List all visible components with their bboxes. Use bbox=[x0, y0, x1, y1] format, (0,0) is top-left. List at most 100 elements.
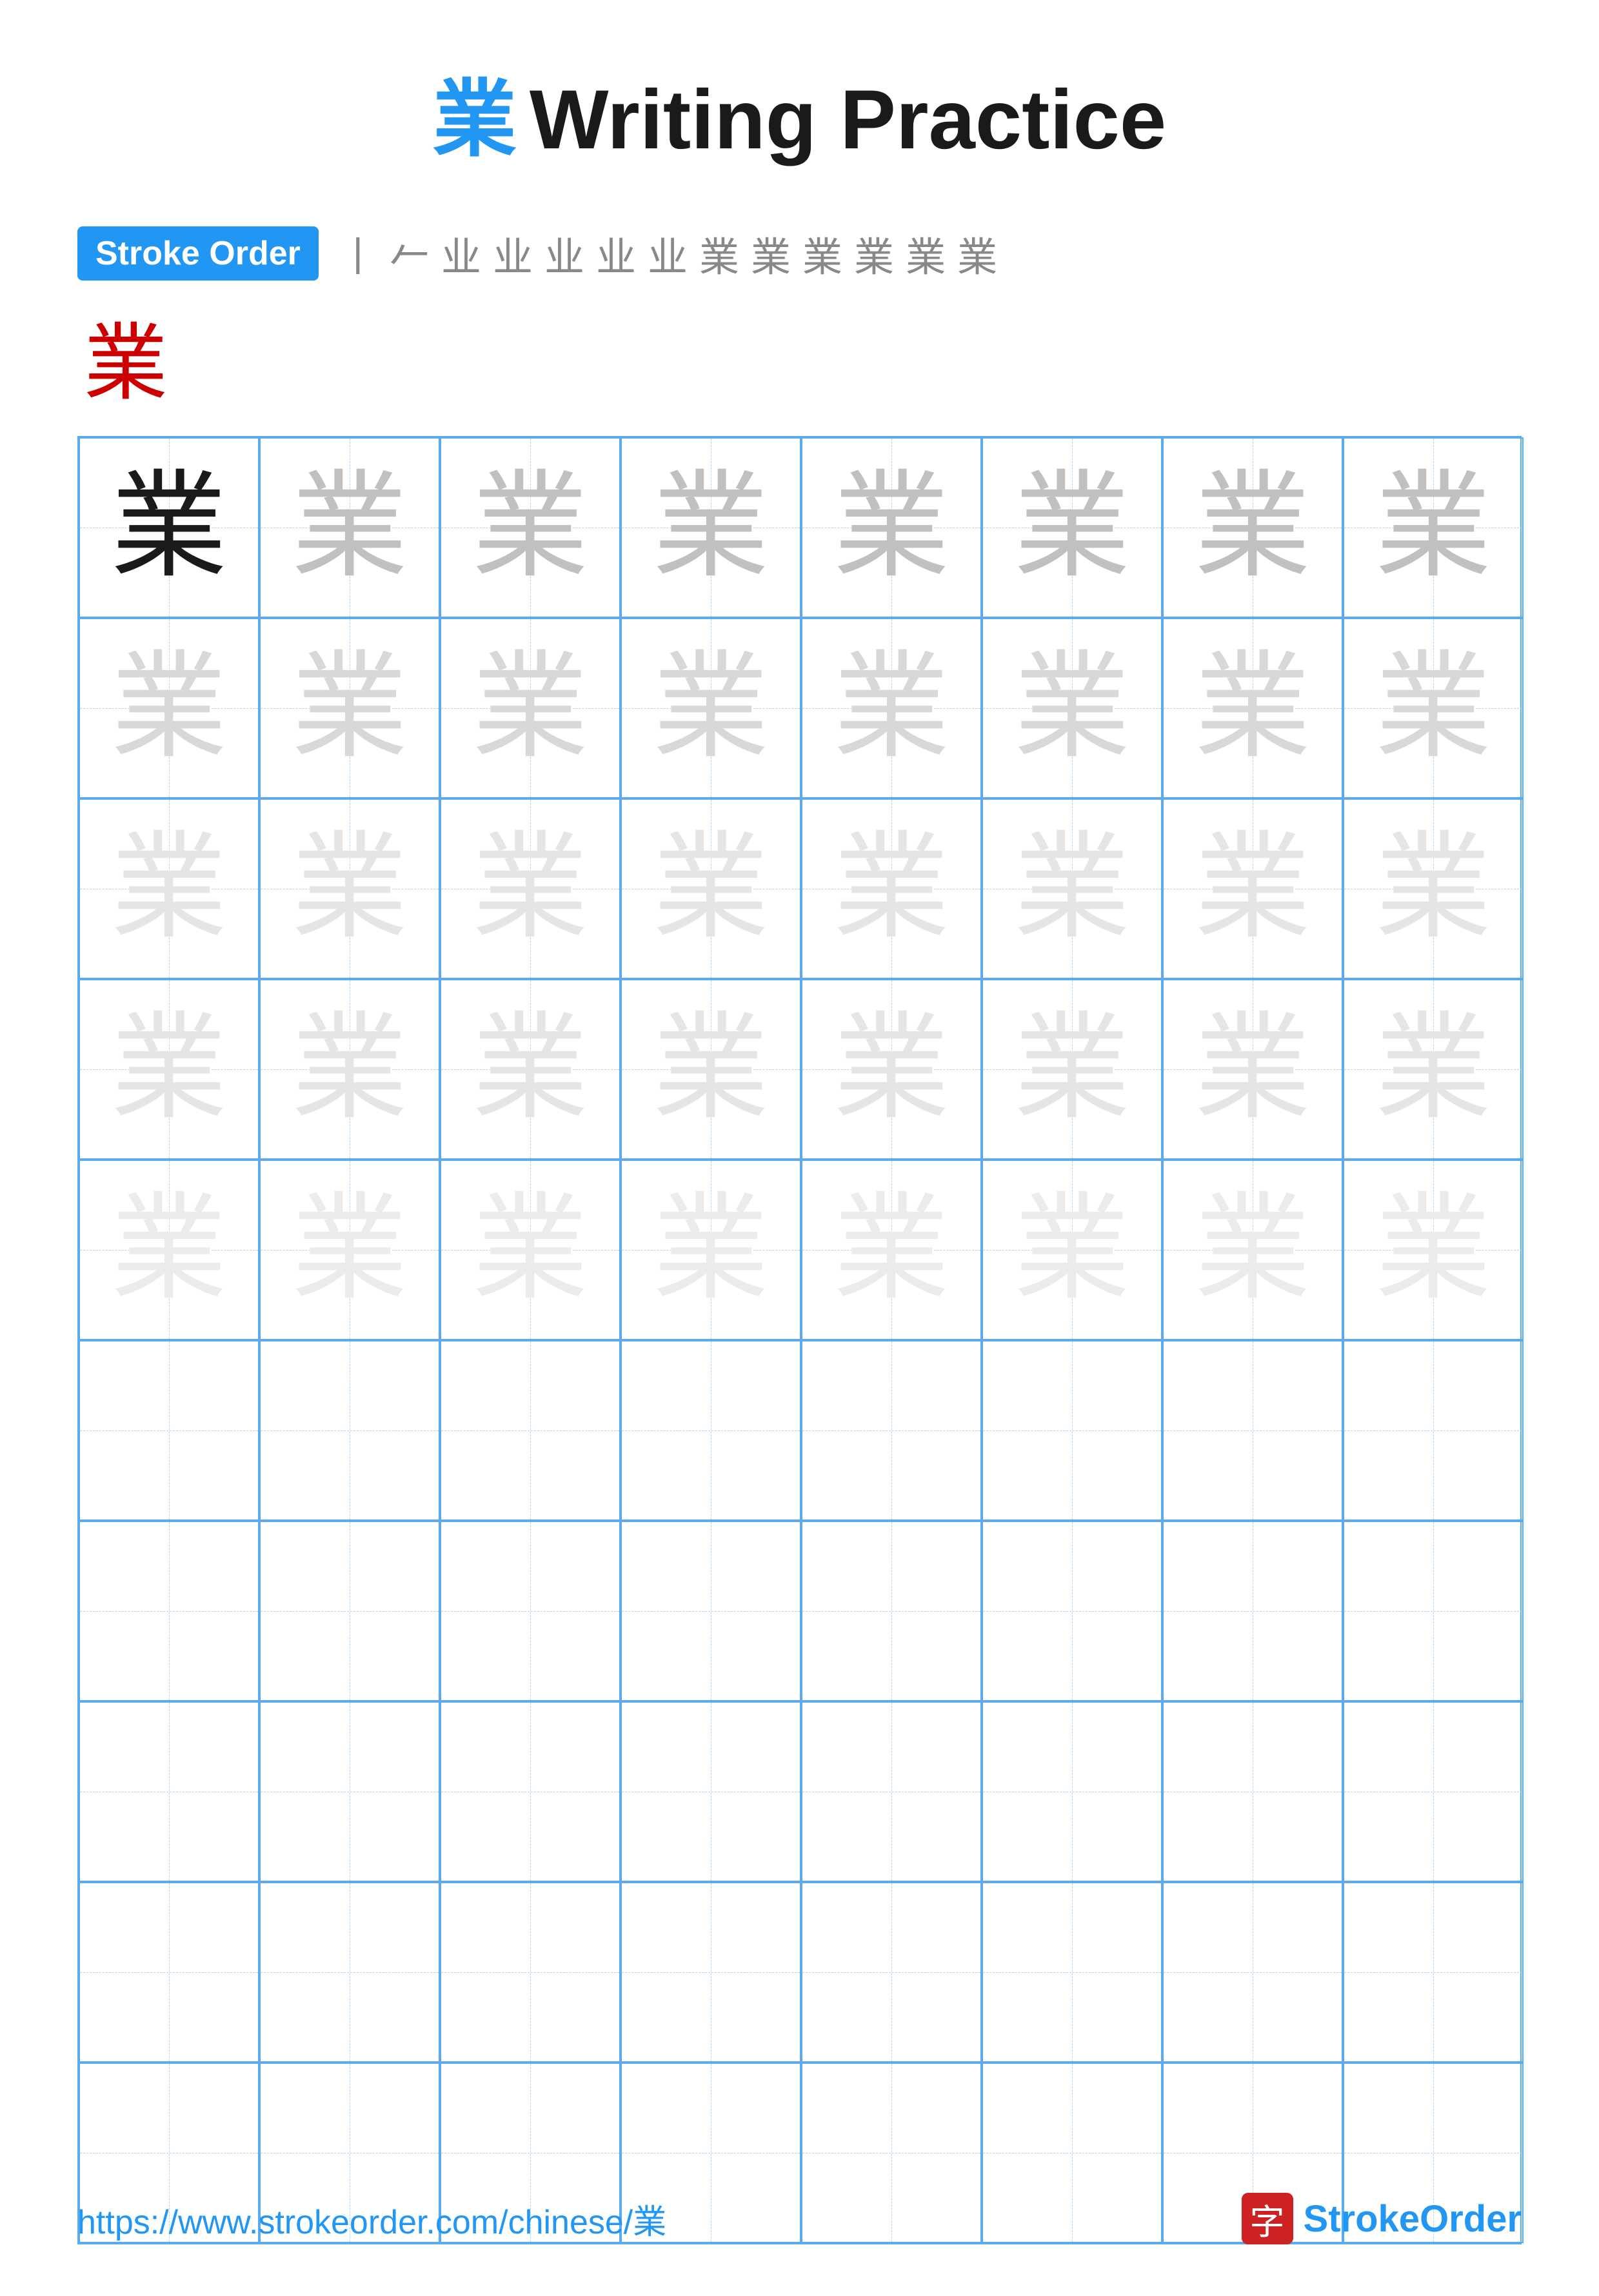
grid-cell-r2c4[interactable]: 業 bbox=[621, 618, 801, 798]
stroke-order-badge: Stroke Order bbox=[77, 226, 319, 281]
grid-cell-r7c3[interactable] bbox=[440, 1521, 621, 1701]
practice-char: 業 bbox=[111, 650, 227, 766]
practice-char: 業 bbox=[1195, 650, 1311, 766]
practice-char: 業 bbox=[472, 831, 588, 947]
stroke-step-3: 业 bbox=[441, 224, 481, 282]
grid-cell-r9c4[interactable] bbox=[621, 1882, 801, 2063]
grid-cell-r7c5[interactable] bbox=[801, 1521, 982, 1701]
grid-cell-r4c4[interactable]: 業 bbox=[621, 979, 801, 1160]
grid-cell-r7c6[interactable] bbox=[982, 1521, 1162, 1701]
grid-cell-r5c4[interactable]: 業 bbox=[621, 1160, 801, 1340]
grid-cell-r2c7[interactable]: 業 bbox=[1162, 618, 1343, 798]
practice-char: 業 bbox=[653, 1192, 769, 1308]
grid-cell-r6c8[interactable] bbox=[1343, 1340, 1524, 1521]
stroke-step-11: 業 bbox=[854, 224, 894, 282]
grid-cell-r8c2[interactable] bbox=[259, 1701, 440, 1882]
grid-cell-r7c7[interactable] bbox=[1162, 1521, 1343, 1701]
grid-cell-r1c3[interactable]: 業 bbox=[440, 437, 621, 618]
grid-cell-r8c1[interactable] bbox=[79, 1701, 259, 1882]
practice-char: 業 bbox=[472, 1011, 588, 1127]
grid-cell-r3c4[interactable]: 業 bbox=[621, 798, 801, 979]
grid-cell-r1c6[interactable]: 業 bbox=[982, 437, 1162, 618]
stroke-step-7: 业 bbox=[648, 224, 688, 282]
grid-cell-r4c3[interactable]: 業 bbox=[440, 979, 621, 1160]
grid-cell-r4c8[interactable]: 業 bbox=[1343, 979, 1524, 1160]
grid-cell-r3c2[interactable]: 業 bbox=[259, 798, 440, 979]
grid-cell-r1c1[interactable]: 業 bbox=[79, 437, 259, 618]
grid-cell-r1c7[interactable]: 業 bbox=[1162, 437, 1343, 618]
grid-cell-r8c7[interactable] bbox=[1162, 1701, 1343, 1882]
grid-cell-r2c2[interactable]: 業 bbox=[259, 618, 440, 798]
grid-cell-r4c1[interactable]: 業 bbox=[79, 979, 259, 1160]
practice-char: 業 bbox=[292, 1192, 408, 1308]
practice-char: 業 bbox=[833, 1011, 949, 1127]
grid-cell-r9c6[interactable] bbox=[982, 1882, 1162, 2063]
grid-cell-r1c4[interactable]: 業 bbox=[621, 437, 801, 618]
grid-cell-r7c2[interactable] bbox=[259, 1521, 440, 1701]
grid-cell-r5c6[interactable]: 業 bbox=[982, 1160, 1162, 1340]
grid-cell-r5c1[interactable]: 業 bbox=[79, 1160, 259, 1340]
grid-cell-r9c5[interactable] bbox=[801, 1882, 982, 2063]
grid-cell-r2c8[interactable]: 業 bbox=[1343, 618, 1524, 798]
grid-cell-r4c7[interactable]: 業 bbox=[1162, 979, 1343, 1160]
grid-cell-r6c2[interactable] bbox=[259, 1340, 440, 1521]
practice-char: 業 bbox=[1014, 831, 1130, 947]
practice-char: 業 bbox=[1195, 1011, 1311, 1127]
grid-cell-r3c5[interactable]: 業 bbox=[801, 798, 982, 979]
grid-cell-r7c1[interactable] bbox=[79, 1521, 259, 1701]
grid-cell-r8c5[interactable] bbox=[801, 1701, 982, 1882]
practice-char: 業 bbox=[1014, 1011, 1130, 1127]
grid-cell-r3c8[interactable]: 業 bbox=[1343, 798, 1524, 979]
grid-cell-r8c6[interactable] bbox=[982, 1701, 1162, 1882]
grid-cell-r6c1[interactable] bbox=[79, 1340, 259, 1521]
grid-cell-r3c6[interactable]: 業 bbox=[982, 798, 1162, 979]
grid-cell-r7c4[interactable] bbox=[621, 1521, 801, 1701]
grid-cell-r3c3[interactable]: 業 bbox=[440, 798, 621, 979]
grid-cell-r3c1[interactable]: 業 bbox=[79, 798, 259, 979]
grid-cell-r5c3[interactable]: 業 bbox=[440, 1160, 621, 1340]
grid-cell-r8c3[interactable] bbox=[440, 1701, 621, 1882]
grid-cell-r2c3[interactable]: 業 bbox=[440, 618, 621, 798]
stroke-step-5: 业 bbox=[544, 224, 584, 282]
grid-cell-r5c7[interactable]: 業 bbox=[1162, 1160, 1343, 1340]
grid-cell-r9c2[interactable] bbox=[259, 1882, 440, 2063]
grid-cell-r6c6[interactable] bbox=[982, 1340, 1162, 1521]
grid-cell-r1c2[interactable]: 業 bbox=[259, 437, 440, 618]
grid-cell-r6c7[interactable] bbox=[1162, 1340, 1343, 1521]
grid-cell-r2c1[interactable]: 業 bbox=[79, 618, 259, 798]
practice-char: 業 bbox=[472, 470, 588, 586]
grid-cell-r9c7[interactable] bbox=[1162, 1882, 1343, 2063]
grid-cell-r2c6[interactable]: 業 bbox=[982, 618, 1162, 798]
grid-cell-r2c5[interactable]: 業 bbox=[801, 618, 982, 798]
grid-cell-r9c1[interactable] bbox=[79, 1882, 259, 2063]
grid-cell-r6c3[interactable] bbox=[440, 1340, 621, 1521]
grid-cell-r4c5[interactable]: 業 bbox=[801, 979, 982, 1160]
footer-logo: 字 StrokeOrder bbox=[1242, 2193, 1522, 2244]
practice-char: 業 bbox=[1195, 831, 1311, 947]
practice-char: 業 bbox=[1195, 470, 1311, 586]
grid-cell-r5c5[interactable]: 業 bbox=[801, 1160, 982, 1340]
grid-cell-r9c3[interactable] bbox=[440, 1882, 621, 2063]
grid-cell-r9c8[interactable] bbox=[1343, 1882, 1524, 2063]
grid-cell-r6c5[interactable] bbox=[801, 1340, 982, 1521]
grid-cell-r7c8[interactable] bbox=[1343, 1521, 1524, 1701]
grid-cell-r1c8[interactable]: 業 bbox=[1343, 437, 1524, 618]
grid-cell-r8c4[interactable] bbox=[621, 1701, 801, 1882]
grid-cell-r8c8[interactable] bbox=[1343, 1701, 1524, 1882]
grid-cell-r3c7[interactable]: 業 bbox=[1162, 798, 1343, 979]
stroke-step-2: 𠂉 bbox=[390, 224, 430, 282]
grid-cell-r4c2[interactable]: 業 bbox=[259, 979, 440, 1160]
practice-char: 業 bbox=[653, 650, 769, 766]
practice-char: 業 bbox=[292, 831, 408, 947]
grid-cell-r6c4[interactable] bbox=[621, 1340, 801, 1521]
grid-cell-r4c6[interactable]: 業 bbox=[982, 979, 1162, 1160]
practice-char: 業 bbox=[653, 831, 769, 947]
grid-cell-r5c8[interactable]: 業 bbox=[1343, 1160, 1524, 1340]
practice-char: 業 bbox=[1375, 1011, 1491, 1127]
grid-cell-r1c5[interactable]: 業 bbox=[801, 437, 982, 618]
practice-char: 業 bbox=[1014, 1192, 1130, 1308]
grid-cell-r5c2[interactable]: 業 bbox=[259, 1160, 440, 1340]
practice-char: 業 bbox=[833, 831, 949, 947]
stroke-step-6: 业 bbox=[596, 224, 636, 282]
practice-char: 業 bbox=[1375, 470, 1491, 586]
